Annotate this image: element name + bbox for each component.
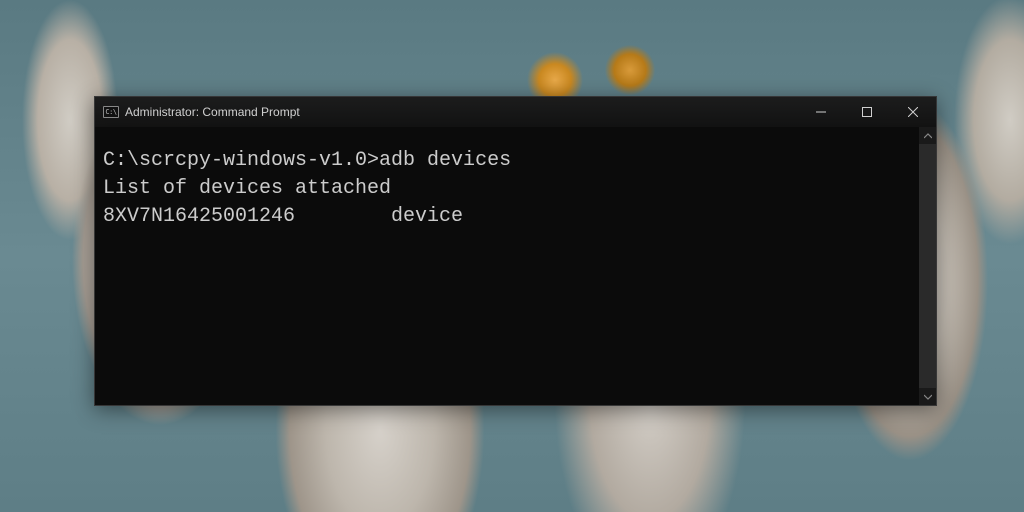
minimize-icon (816, 107, 826, 117)
chevron-up-icon (924, 132, 932, 140)
window-title: Administrator: Command Prompt (125, 105, 300, 119)
command-text: adb devices (379, 149, 511, 172)
minimize-button[interactable] (798, 97, 844, 127)
scroll-up-button[interactable] (919, 127, 936, 144)
close-icon (908, 107, 918, 117)
terminal-output[interactable]: C:\scrcpy-windows-v1.0>adb devices List … (95, 127, 919, 405)
command-prompt-window: C:\ Administrator: Command Prompt C:\scr… (94, 96, 937, 406)
maximize-icon (862, 107, 872, 117)
output-line: List of devices attached (103, 177, 391, 200)
close-button[interactable] (890, 97, 936, 127)
scrollbar-track[interactable] (919, 144, 936, 388)
titlebar[interactable]: C:\ Administrator: Command Prompt (95, 97, 936, 127)
vertical-scrollbar[interactable] (919, 127, 936, 405)
maximize-button[interactable] (844, 97, 890, 127)
chevron-down-icon (924, 393, 932, 401)
prompt-text: C:\scrcpy-windows-v1.0> (103, 149, 379, 172)
terminal-area: C:\scrcpy-windows-v1.0>adb devices List … (95, 127, 936, 405)
scroll-down-button[interactable] (919, 388, 936, 405)
cmd-icon: C:\ (103, 106, 119, 118)
output-line: 8XV7N16425001246 device (103, 205, 463, 228)
